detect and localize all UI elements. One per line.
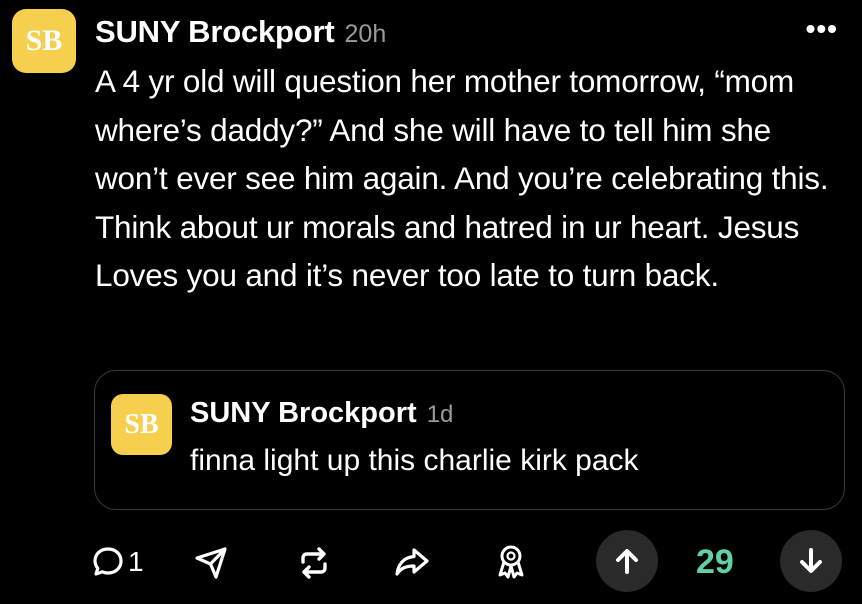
award-icon	[498, 545, 524, 579]
send-button[interactable]	[193, 545, 229, 581]
quoted-post-header: SUNY Brockport 1d	[190, 397, 453, 430]
quoted-author-avatar[interactable]: SB	[111, 394, 172, 455]
downvote-icon	[800, 548, 822, 573]
repost-icon	[301, 547, 327, 579]
quoted-post-card[interactable]	[94, 370, 845, 510]
quoted-post-body: finna light up this charlie kirk pack	[190, 444, 639, 477]
repost-button[interactable]	[296, 545, 332, 581]
award-button[interactable]	[493, 542, 529, 582]
share-icon	[395, 548, 429, 576]
quoted-author-name[interactable]: SUNY Brockport	[190, 397, 417, 430]
author-name[interactable]: SUNY Brockport	[95, 14, 335, 50]
vote-count: 29	[696, 543, 734, 581]
send-icon	[195, 547, 227, 579]
comment-count: 1	[128, 546, 144, 577]
post-header: SUNY Brockport 20h	[95, 14, 386, 50]
downvote-button[interactable]	[780, 530, 842, 592]
post-timestamp: 20h	[344, 20, 387, 48]
quoted-timestamp: 1d	[426, 401, 454, 428]
action-bar: 1 29	[0, 530, 862, 592]
more-options-button[interactable]: •••	[806, 15, 838, 43]
upvote-icon	[616, 549, 638, 574]
upvote-button[interactable]	[596, 530, 658, 592]
author-avatar[interactable]: SB	[12, 9, 76, 73]
share-button[interactable]	[393, 544, 431, 580]
comment-icon	[93, 547, 123, 576]
post-body: A 4 yr old will question her mother tomo…	[95, 63, 829, 293]
comment-button[interactable]: 1	[90, 544, 144, 580]
